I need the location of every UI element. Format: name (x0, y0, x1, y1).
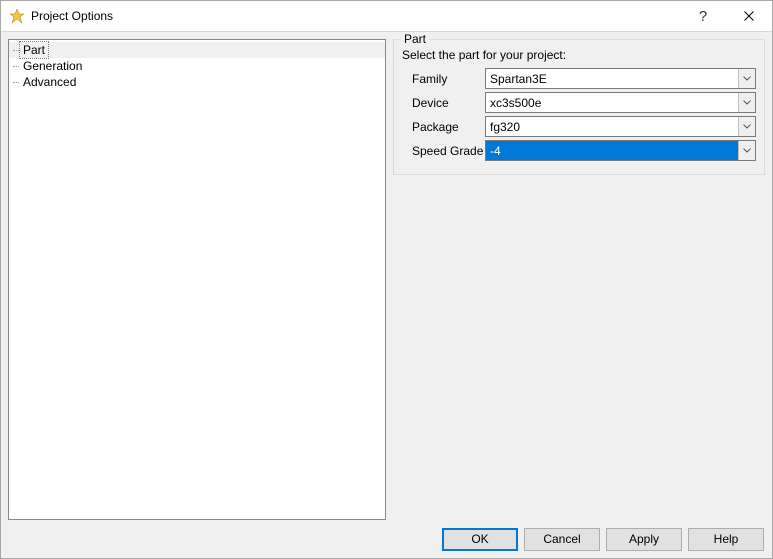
apply-button[interactable]: Apply (606, 528, 682, 551)
field-label: Device (412, 96, 485, 110)
part-group: Part Select the part for your project: F… (393, 39, 765, 175)
tree-item-part[interactable]: Part (9, 42, 385, 58)
button-label: Cancel (543, 532, 580, 546)
button-bar: OK Cancel Apply Help (1, 520, 772, 558)
group-title: Part (401, 32, 429, 46)
chevron-down-icon (738, 141, 755, 160)
dialog-body: Part Generation Advanced Part Select the… (1, 32, 772, 520)
title-bar: Project Options ? (1, 1, 772, 32)
field-label: Package (412, 120, 485, 134)
tree-item-advanced[interactable]: Advanced (9, 74, 385, 90)
project-options-dialog: Project Options ? Part Generation Advanc… (0, 0, 773, 559)
button-label: Apply (629, 532, 659, 546)
tree-item-generation[interactable]: Generation (9, 58, 385, 74)
field-row-speed-grade: Speed Grade -4 (412, 140, 756, 161)
app-icon (9, 8, 25, 24)
button-label: OK (471, 532, 488, 546)
speed-grade-select[interactable]: -4 (485, 140, 756, 161)
window-title: Project Options (31, 9, 680, 23)
cancel-button[interactable]: Cancel (524, 528, 600, 551)
family-select[interactable]: Spartan3E (485, 68, 756, 89)
field-label: Family (412, 72, 485, 86)
device-select[interactable]: xc3s500e (485, 92, 756, 113)
field-label: Speed Grade (412, 144, 485, 158)
chevron-down-icon (738, 93, 755, 112)
select-value: xc3s500e (486, 93, 738, 112)
close-icon[interactable] (726, 1, 772, 32)
help-icon[interactable]: ? (680, 1, 726, 32)
field-row-device: Device xc3s500e (412, 92, 756, 113)
help-button[interactable]: Help (688, 528, 764, 551)
field-row-package: Package fg320 (412, 116, 756, 137)
select-value: -4 (486, 141, 738, 160)
button-label: Help (714, 532, 739, 546)
select-value: fg320 (486, 117, 738, 136)
ok-button[interactable]: OK (442, 528, 518, 551)
chevron-down-icon (738, 117, 755, 136)
chevron-down-icon (738, 69, 755, 88)
category-tree[interactable]: Part Generation Advanced (8, 39, 386, 520)
package-select[interactable]: fg320 (485, 116, 756, 137)
field-row-family: Family Spartan3E (412, 68, 756, 89)
tree-item-label: Advanced (19, 73, 80, 91)
group-prompt: Select the part for your project: (402, 48, 756, 62)
select-value: Spartan3E (486, 69, 738, 88)
settings-panel: Part Select the part for your project: F… (393, 39, 765, 520)
